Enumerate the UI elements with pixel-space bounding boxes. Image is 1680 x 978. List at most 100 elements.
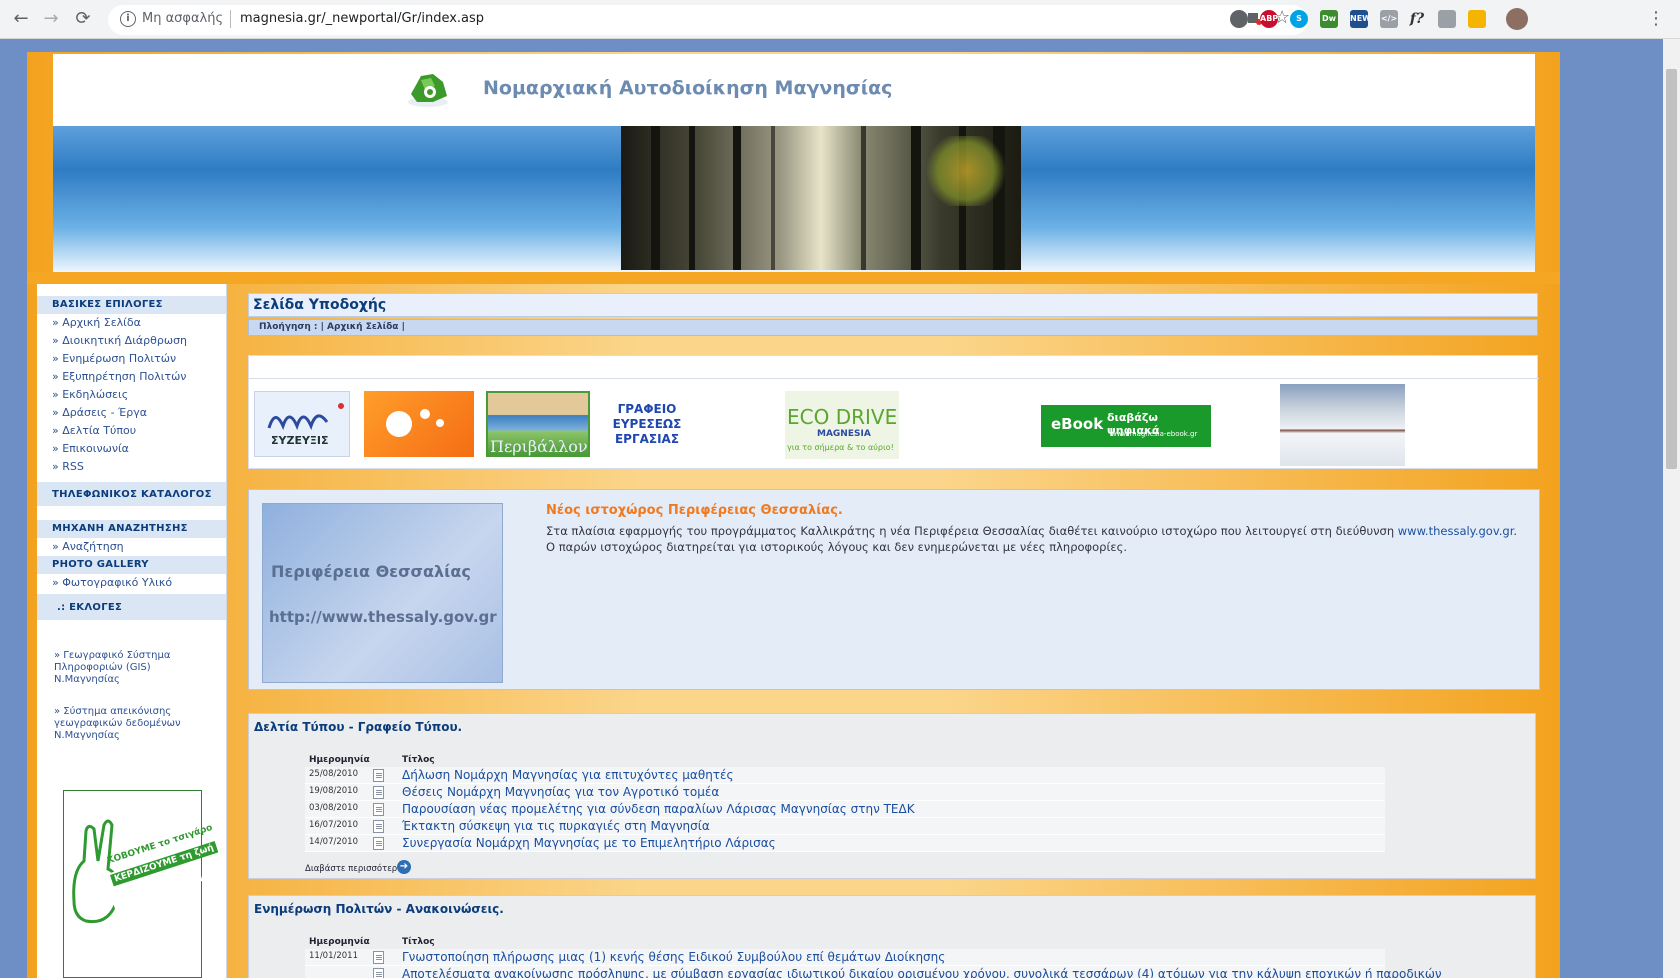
document-icon bbox=[373, 803, 384, 816]
ebook-title: eBook bbox=[1051, 415, 1104, 433]
notification-extension-icon[interactable] bbox=[1468, 10, 1486, 28]
site-header: Νομαρχιακή Αυτοδιοίκηση Μαγνησίας bbox=[53, 54, 1535, 126]
table-row[interactable]: Αποτελέσματα ανακοίνωσης πρόσληψης, με σ… bbox=[305, 966, 1442, 978]
press-releases-panel: Δελτία Τύπου - Γραφείο Τύπου. Ημερομηνία… bbox=[248, 713, 1536, 879]
url-text[interactable]: magnesia.gr/_newportal/Gr/index.asp bbox=[240, 11, 484, 26]
environment-logo[interactable]: Περιβάλλον bbox=[486, 391, 590, 457]
sidebar-item-citizen-info[interactable]: » Ενημέρωση Πολιτών bbox=[37, 350, 226, 368]
col-title: Τίτλος bbox=[402, 755, 435, 765]
forest-photo bbox=[621, 126, 1021, 270]
table-row[interactable]: 19/08/2010 Θέσεις Νομάρχη Μαγνησίας για τ… bbox=[305, 784, 1385, 801]
sidebar-item-rss[interactable]: » RSS bbox=[37, 458, 226, 476]
sidebar-item-contact[interactable]: » Επικοινωνία bbox=[37, 440, 226, 458]
thessaly-banner[interactable]: Περιφέρεια Θεσσαλίας http://www.thessaly… bbox=[262, 503, 503, 683]
news-title[interactable]: Νέος ιστοχώρος Περιφέρειας Θεσσαλίας. bbox=[546, 503, 843, 518]
ebook-url: www.magnesia-ebook.gr bbox=[1111, 430, 1198, 438]
scrollbar-thumb[interactable] bbox=[1666, 69, 1677, 469]
orange-campaign-logo[interactable] bbox=[364, 391, 474, 457]
sidebar: ΒΑΣΙΚΕΣ ΕΠΙΛΟΓΕΣ » Αρχική Σελίδα » Διοικ… bbox=[37, 284, 227, 978]
arrow-right-icon[interactable]: ➔ bbox=[397, 860, 411, 874]
header-bottom-strip bbox=[27, 272, 1560, 284]
ecodrive-logo[interactable]: ECO DRIVE MAGNESIA για το σήμερα & το αύ… bbox=[785, 391, 899, 459]
new-badge-icon[interactable]: NEW bbox=[1350, 10, 1368, 28]
cartoon-icon bbox=[386, 411, 412, 437]
sidebar-item-press[interactable]: » Δελτία Τύπου bbox=[37, 422, 226, 440]
sidebar-item-home[interactable]: » Αρχική Σελίδα bbox=[37, 314, 226, 332]
breadcrumb: Πλοήγηση : | Αρχική Σελίδα | bbox=[248, 319, 1538, 336]
document-icon bbox=[373, 951, 384, 964]
sidebar-item-search[interactable]: » Αναζήτηση bbox=[37, 538, 226, 556]
thessaly-banner-url: http://www.thessaly.gov.gr bbox=[269, 608, 497, 626]
sidebar-item-events[interactable]: » Εκδηλώσεις bbox=[37, 386, 226, 404]
read-more-link[interactable]: Διαβάστε περισσότερα bbox=[305, 864, 403, 874]
syzefxis-label: ΣΥΖΕΥΞΙΣ bbox=[271, 434, 329, 447]
site-title: Νομαρχιακή Αυτοδιοίκηση Μαγνησίας bbox=[483, 77, 893, 99]
font-finder-icon[interactable]: f? bbox=[1408, 10, 1426, 28]
news-feature: Περιφέρεια Θεσσαλίας http://www.thessaly… bbox=[248, 489, 1540, 690]
syzefxis-logo[interactable]: ΣΥΖΕΥΞΙΣ bbox=[254, 391, 350, 457]
security-label: Μη ασφαλής bbox=[142, 11, 224, 26]
adblock-icon[interactable]: ABP bbox=[1260, 10, 1278, 28]
divider bbox=[249, 378, 1539, 379]
main-content: Σελίδα Υποδοχής Πλοήγηση : | Αρχική Σελί… bbox=[248, 293, 1540, 978]
table-row[interactable]: 03/08/2010 Παρουσίαση νέας προμελέτης για… bbox=[305, 801, 1385, 818]
thessaly-link[interactable]: www.thessaly.gov.gr bbox=[1398, 524, 1514, 538]
sidebar-section-elections[interactable]: .: ΕΚΛΟΓΕΣ bbox=[37, 594, 226, 620]
table-row[interactable]: 16/07/2010 Έκτακτη σύσκεψη για τις πυρκαγ… bbox=[305, 818, 1385, 835]
sidebar-item-administration[interactable]: » Διοικητική Διάρθρωση bbox=[37, 332, 226, 350]
news-text: Στα πλαίσια εφαρμογής του προγράμματος Κ… bbox=[546, 524, 1518, 554]
col-date: Ημερομηνία bbox=[309, 755, 370, 765]
citizens-table: Ημερομηνία Τίτλος 11/01/2011 Γνωστοποίηση… bbox=[305, 936, 1442, 978]
ecodrive-sub: MAGNESIA bbox=[817, 429, 871, 439]
anti-smoking-banner[interactable]: ΚΟΒΟΥΜΕ το τσιγάρο ΚΕΡΔΙΖΟΥΜΕ τη ζωή bbox=[63, 790, 219, 978]
site-logo-icon[interactable] bbox=[403, 68, 453, 110]
sidebar-section-photo: PHOTO GALLERY bbox=[37, 556, 226, 574]
col-title: Τίτλος bbox=[402, 937, 435, 947]
menu-icon[interactable]: ⋮ bbox=[1647, 8, 1665, 30]
geo-data-link[interactable]: » Σύστημα απεικόνισης γεωγραφικών δεδομέ… bbox=[37, 706, 226, 742]
settings-extension-icon[interactable] bbox=[1230, 10, 1248, 28]
table-header: Ημερομηνία Τίτλος bbox=[305, 754, 1385, 767]
citizens-title: Ενημέρωση Πολιτών - Ανακοινώσεις. bbox=[254, 902, 504, 916]
page-scrollbar[interactable] bbox=[1663, 39, 1680, 978]
ebook-logo[interactable]: eBook διαβάζω ψηφιακά www.magnesia-ebook… bbox=[1041, 405, 1211, 447]
divider bbox=[230, 10, 231, 28]
skype-icon[interactable]: S bbox=[1290, 10, 1308, 28]
gis-link[interactable]: » Γεωγραφικό Σύστημα Πληροφοριών (GIS) Ν… bbox=[37, 650, 226, 686]
table-row[interactable]: 25/08/2010 Δήλωση Νομάρχη Μαγνησίας για ε… bbox=[305, 767, 1385, 784]
citizen-announcements-panel: Ενημέρωση Πολιτών - Ανακοινώσεις. Ημερομ… bbox=[248, 895, 1536, 978]
col-date: Ημερομηνία bbox=[309, 937, 370, 947]
page-title: Σελίδα Υποδοχής bbox=[248, 293, 1538, 317]
partner-logos: ΣΥΖΕΥΞΙΣ Περιβάλλον ΓΡΑΦΕΙΟ ΕΥΡΕΣΕΩΣ ΕΡΓ… bbox=[248, 355, 1539, 469]
environment-label: Περιβάλλον bbox=[490, 437, 588, 456]
code-icon[interactable]: </> bbox=[1380, 10, 1398, 28]
document-icon bbox=[373, 820, 384, 833]
shield-icon[interactable] bbox=[1438, 10, 1456, 28]
document-icon bbox=[373, 837, 384, 850]
sidebar-section-basic: ΒΑΣΙΚΕΣ ΕΠΙΛΟΓΕΣ bbox=[37, 296, 226, 314]
forward-icon[interactable]: → bbox=[40, 8, 62, 30]
table-header: Ημερομηνία Τίτλος bbox=[305, 936, 1385, 949]
sidebar-item-projects[interactable]: » Δράσεις - Έργα bbox=[37, 404, 226, 422]
avatar[interactable] bbox=[1506, 8, 1528, 30]
address-bar[interactable]: i Μη ασφαλής magnesia.gr/_newportal/Gr/i… bbox=[108, 5, 1308, 35]
ecodrive-title: ECO DRIVE bbox=[787, 405, 898, 429]
sidebar-section-phone[interactable]: ΤΗΛΕΦΩΝΙΚΟΣ ΚΑΤΑΛΟΓΟΣ bbox=[37, 482, 226, 506]
reload-icon[interactable]: ⟳ bbox=[72, 8, 94, 30]
document-icon bbox=[373, 769, 384, 782]
ecodrive-slogan: για το σήμερα & το αύριο! bbox=[787, 443, 894, 452]
dreamweaver-icon[interactable]: Dw bbox=[1320, 10, 1338, 28]
thessaly-banner-title: Περιφέρεια Θεσσαλίας bbox=[271, 562, 471, 581]
sidebar-item-photos[interactable]: » Φωτογραφικό Υλικό bbox=[37, 574, 226, 592]
browser-toolbar: ← → ⟳ i Μη ασφαλής magnesia.gr/_newporta… bbox=[0, 0, 1680, 39]
sidebar-item-citizen-service[interactable]: » Εξυπηρέτηση Πολιτών bbox=[37, 368, 226, 386]
info-icon[interactable]: i bbox=[120, 11, 136, 27]
table-row[interactable]: 14/07/2010 Συνεργασία Νομάρχη Μαγνησίας μ… bbox=[305, 835, 1385, 852]
press-table: Ημερομηνία Τίτλος 25/08/2010 Δήλωση Νομάρ… bbox=[305, 754, 1385, 852]
document-icon bbox=[373, 968, 384, 978]
table-row[interactable]: 11/01/2011 Γνωστοποίηση πλήρωσης μιας (1)… bbox=[305, 949, 1385, 966]
document-icon bbox=[373, 786, 384, 799]
ski-resort-photo[interactable] bbox=[1280, 384, 1405, 466]
back-icon[interactable]: ← bbox=[10, 8, 32, 30]
employment-office-logo[interactable]: ΓΡΑΦΕΙΟ ΕΥΡΕΣΕΩΣ ΕΡΓΑΣΙΑΣ bbox=[599, 396, 695, 456]
